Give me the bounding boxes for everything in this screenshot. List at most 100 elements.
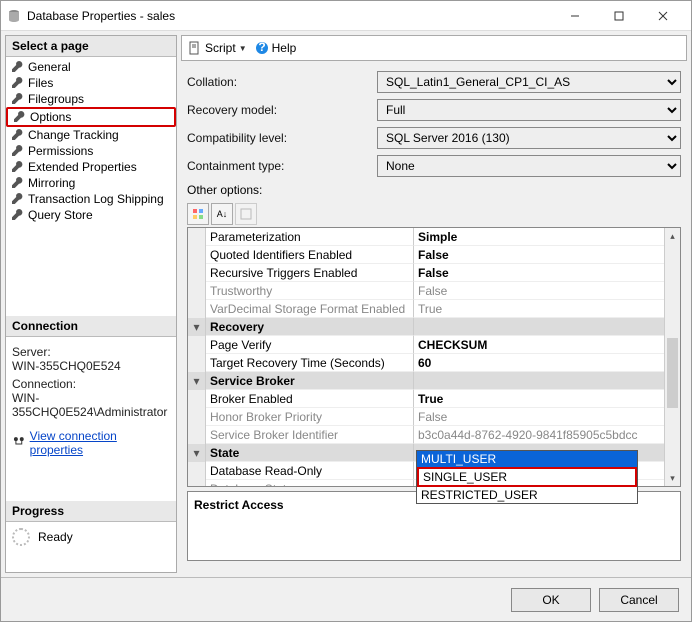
expand-toggle: [188, 354, 206, 372]
page-item-label: Change Tracking: [28, 128, 119, 142]
grid-key: Database State: [206, 480, 414, 487]
database-icon: [7, 9, 21, 23]
page-item-label: Query Store: [28, 208, 93, 222]
grid-value: [414, 372, 664, 390]
page-item-permissions[interactable]: Permissions: [6, 143, 176, 159]
connection-icon: [12, 436, 26, 450]
other-options-label: Other options:: [187, 183, 681, 197]
ok-button[interactable]: OK: [511, 588, 591, 612]
page-item-extended-properties[interactable]: Extended Properties: [6, 159, 176, 175]
toolbar: Script ▼ ? Help: [181, 35, 687, 61]
svg-text:?: ?: [258, 41, 265, 54]
footer: OK Cancel: [1, 577, 691, 621]
scroll-up-icon[interactable]: ▴: [665, 228, 680, 244]
compatibility-level-select[interactable]: SQL Server 2016 (130): [377, 127, 681, 149]
page-item-label: Transaction Log Shipping: [28, 192, 164, 206]
grid-key: State: [206, 444, 414, 462]
titlebar: Database Properties - sales: [1, 1, 691, 31]
help-label: Help: [272, 41, 297, 55]
page-item-filegroups[interactable]: Filegroups: [6, 91, 176, 107]
help-button[interactable]: ? Help: [255, 41, 297, 55]
page-item-label: General: [28, 60, 71, 74]
progress-ring-icon: [12, 528, 30, 546]
maximize-button[interactable]: [597, 2, 641, 30]
expand-toggle[interactable]: ▾: [188, 444, 206, 462]
property-pages-button[interactable]: [235, 203, 257, 225]
grid-value: False: [414, 246, 664, 264]
grid-row-page-verify[interactable]: Page VerifyCHECKSUM: [188, 336, 664, 354]
wrench-icon: [10, 76, 24, 90]
grid-row-recursive-triggers-enabled[interactable]: Recursive Triggers EnabledFalse: [188, 264, 664, 282]
alphabetical-button[interactable]: A↓: [211, 203, 233, 225]
close-button[interactable]: [641, 2, 685, 30]
grid-row-quoted-identifiers-enabled[interactable]: Quoted Identifiers EnabledFalse: [188, 246, 664, 264]
page-item-label: Permissions: [28, 144, 93, 158]
grid-key: Page Verify: [206, 336, 414, 354]
dropdown-option-single_user[interactable]: SINGLE_USER: [417, 467, 637, 487]
expand-toggle: [188, 300, 206, 318]
wrench-icon: [10, 144, 24, 158]
minimize-button[interactable]: [553, 2, 597, 30]
recovery-model-label: Recovery model:: [187, 103, 377, 117]
grid-row-service-broker-identifier[interactable]: Service Broker Identifierb3c0a44d-8762-4…: [188, 426, 664, 444]
window: Database Properties - sales Select a pag…: [0, 0, 692, 622]
progress-header: Progress: [6, 501, 176, 522]
grid-row-parameterization[interactable]: ParameterizationSimple: [188, 228, 664, 246]
left-pane: Select a page GeneralFilesFilegroupsOpti…: [5, 35, 177, 573]
expand-toggle: [188, 426, 206, 444]
page-item-general[interactable]: General: [6, 59, 176, 75]
script-label: Script: [205, 41, 236, 55]
connection-value: WIN-355CHQ0E524\Administrator: [12, 391, 170, 419]
view-connection-properties-link[interactable]: View connection properties: [30, 429, 170, 457]
grid-value: False: [414, 264, 664, 282]
script-button[interactable]: Script ▼: [188, 41, 247, 55]
wrench-icon: [10, 60, 24, 74]
grid-key: Service Broker Identifier: [206, 426, 414, 444]
grid-key: Quoted Identifiers Enabled: [206, 246, 414, 264]
expand-toggle[interactable]: ▾: [188, 318, 206, 336]
grid-row-honor-broker-priority[interactable]: Honor Broker PriorityFalse: [188, 408, 664, 426]
page-item-label: Extended Properties: [28, 160, 137, 174]
scroll-down-icon[interactable]: ▾: [665, 470, 680, 486]
wrench-icon: [10, 160, 24, 174]
page-item-options[interactable]: Options: [6, 107, 176, 127]
expand-toggle: [188, 390, 206, 408]
recovery-model-select[interactable]: Full: [377, 99, 681, 121]
collation-select[interactable]: SQL_Latin1_General_CP1_CI_AS: [377, 71, 681, 93]
grid-row-broker-enabled[interactable]: Broker EnabledTrue: [188, 390, 664, 408]
dropdown-option-restricted_user[interactable]: RESTRICTED_USER: [417, 487, 637, 503]
grid-row-target-recovery-time-seconds-[interactable]: Target Recovery Time (Seconds)60: [188, 354, 664, 372]
server-label: Server:: [12, 345, 170, 359]
containment-type-label: Containment type:: [187, 159, 377, 173]
categorized-button[interactable]: [187, 203, 209, 225]
scroll-thumb[interactable]: [667, 338, 678, 408]
scrollbar[interactable]: ▴ ▾: [664, 228, 680, 486]
wrench-icon: [10, 92, 24, 106]
cancel-button[interactable]: Cancel: [599, 588, 679, 612]
chevron-down-icon: ▼: [239, 44, 247, 53]
page-item-mirroring[interactable]: Mirroring: [6, 175, 176, 191]
grid-key: Honor Broker Priority: [206, 408, 414, 426]
grid-toolbar: A↓: [187, 201, 681, 227]
page-item-query-store[interactable]: Query Store: [6, 207, 176, 223]
compatibility-level-label: Compatibility level:: [187, 131, 377, 145]
property-grid[interactable]: ParameterizationSimpleQuoted Identifiers…: [187, 227, 681, 487]
grid-key: VarDecimal Storage Format Enabled: [206, 300, 414, 318]
expand-toggle[interactable]: ▾: [188, 372, 206, 390]
dropdown-option-multi_user[interactable]: MULTI_USER: [417, 451, 637, 467]
select-page-header: Select a page: [6, 36, 176, 57]
grid-value: False: [414, 408, 664, 426]
grid-row-trustworthy[interactable]: TrustworthyFalse: [188, 282, 664, 300]
grid-row-vardecimal-storage-format-enabled[interactable]: VarDecimal Storage Format EnabledTrue: [188, 300, 664, 318]
page-item-transaction-log-shipping[interactable]: Transaction Log Shipping: [6, 191, 176, 207]
page-item-change-tracking[interactable]: Change Tracking: [6, 127, 176, 143]
restrict-access-dropdown[interactable]: MULTI_USERSINGLE_USERRESTRICTED_USER: [416, 450, 638, 504]
wrench-icon: [10, 128, 24, 142]
grid-category-recovery[interactable]: ▾Recovery: [188, 318, 664, 336]
grid-category-service-broker[interactable]: ▾Service Broker: [188, 372, 664, 390]
expand-toggle: [188, 228, 206, 246]
expand-toggle: [188, 480, 206, 487]
page-item-files[interactable]: Files: [6, 75, 176, 91]
containment-type-select[interactable]: None: [377, 155, 681, 177]
connection-header: Connection: [6, 316, 176, 337]
